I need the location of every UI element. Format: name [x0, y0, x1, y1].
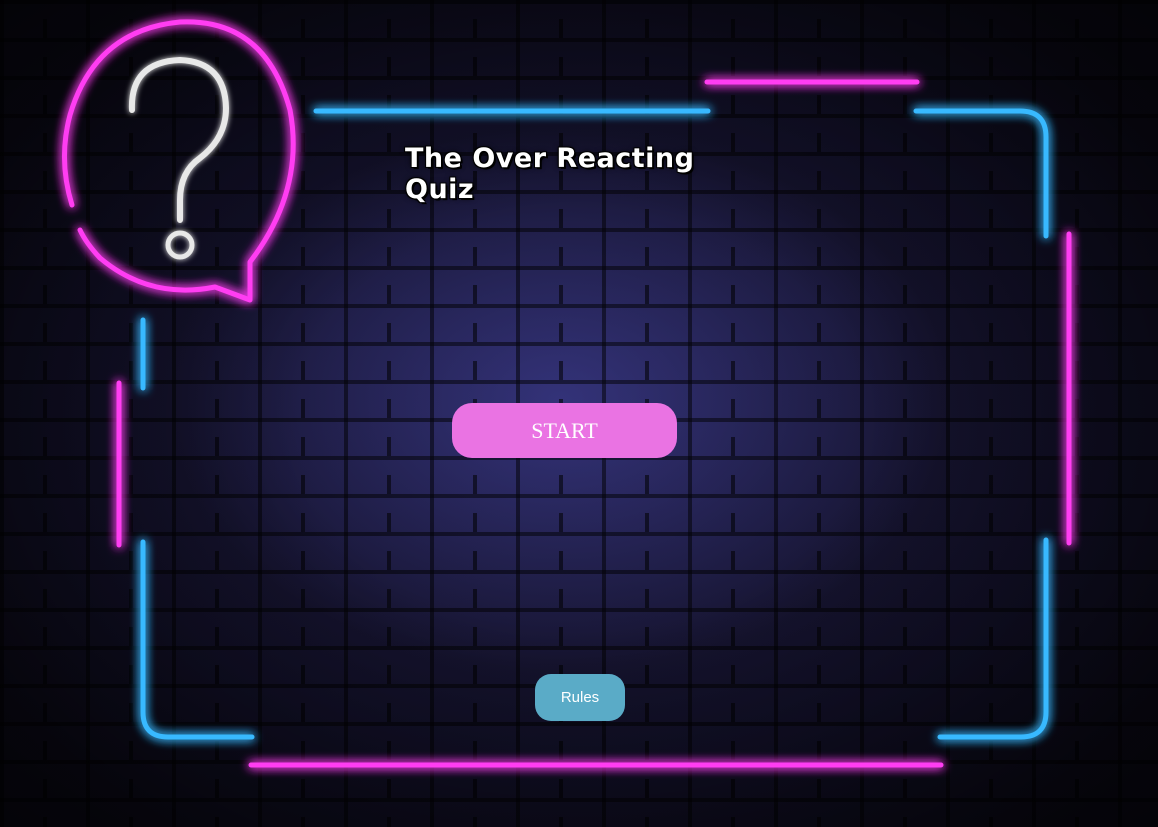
quiz-start-screen: The Over Reacting Quiz START Rules — [0, 0, 1158, 827]
question-mark-speech-bubble-icon — [62, 19, 296, 303]
rules-button[interactable]: Rules — [535, 674, 625, 721]
neon-blue-top-right-corner — [913, 108, 1049, 239]
start-button[interactable]: START — [452, 403, 677, 458]
neon-blue-bottom-left-corner — [140, 539, 255, 740]
quiz-title: The Over Reacting Quiz — [405, 143, 695, 205]
neon-blue-bottom-right-corner — [937, 537, 1049, 740]
